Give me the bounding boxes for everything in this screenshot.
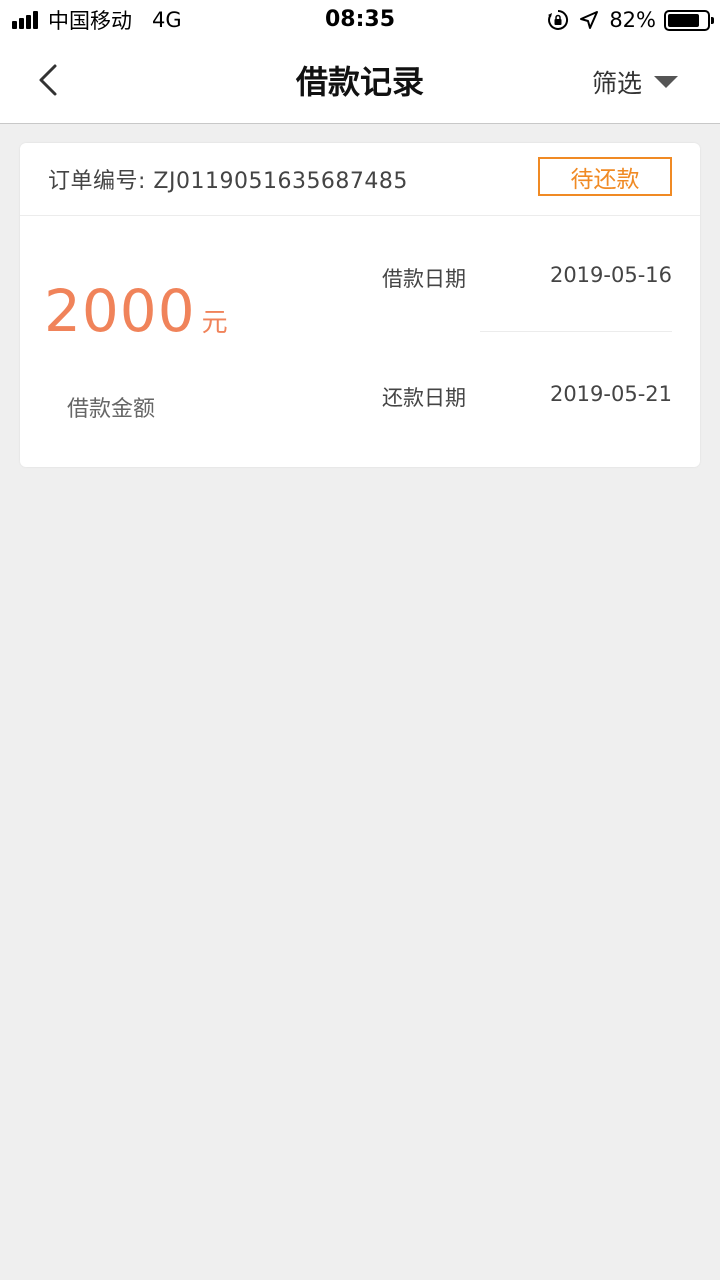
repay-date-label: 还款日期 xyxy=(382,386,466,410)
amount-label: 借款金额 xyxy=(67,397,156,422)
filter-label: 筛选 xyxy=(591,69,642,98)
nav-bar: 借款记录 筛选 xyxy=(0,40,720,124)
loan-amount: 2000 元 xyxy=(44,278,228,344)
loan-date-label: 借款日期 xyxy=(382,267,466,291)
location-arrow-icon xyxy=(579,10,599,30)
loan-record-card[interactable]: 订单编号: ZJ0119051635687485 待还款 2000 元 借款金额… xyxy=(20,143,700,467)
order-number: 订单编号: ZJ0119051635687485 xyxy=(48,169,408,194)
amount-value: 2000 xyxy=(44,277,196,345)
battery-fill xyxy=(668,13,700,27)
card-header: 订单编号: ZJ0119051635687485 待还款 xyxy=(20,143,700,216)
dropdown-triangle-icon xyxy=(654,76,678,88)
loan-date-value: 2019-05-16 xyxy=(549,263,672,287)
battery-icon xyxy=(664,9,714,31)
rotation-lock-icon xyxy=(547,9,569,31)
back-button[interactable] xyxy=(28,60,68,100)
status-right: 82% xyxy=(547,6,714,34)
amount-unit: 元 xyxy=(201,308,228,338)
repay-date-value: 2019-05-21 xyxy=(549,382,672,406)
back-chevron-icon xyxy=(39,64,57,96)
status-badge: 待还款 xyxy=(538,157,672,196)
status-bar: 中国移动 4G 08:35 82% xyxy=(0,0,720,40)
date-divider xyxy=(480,331,672,332)
filter-button[interactable]: 筛选 xyxy=(592,62,678,102)
battery-percent: 82% xyxy=(609,8,656,32)
